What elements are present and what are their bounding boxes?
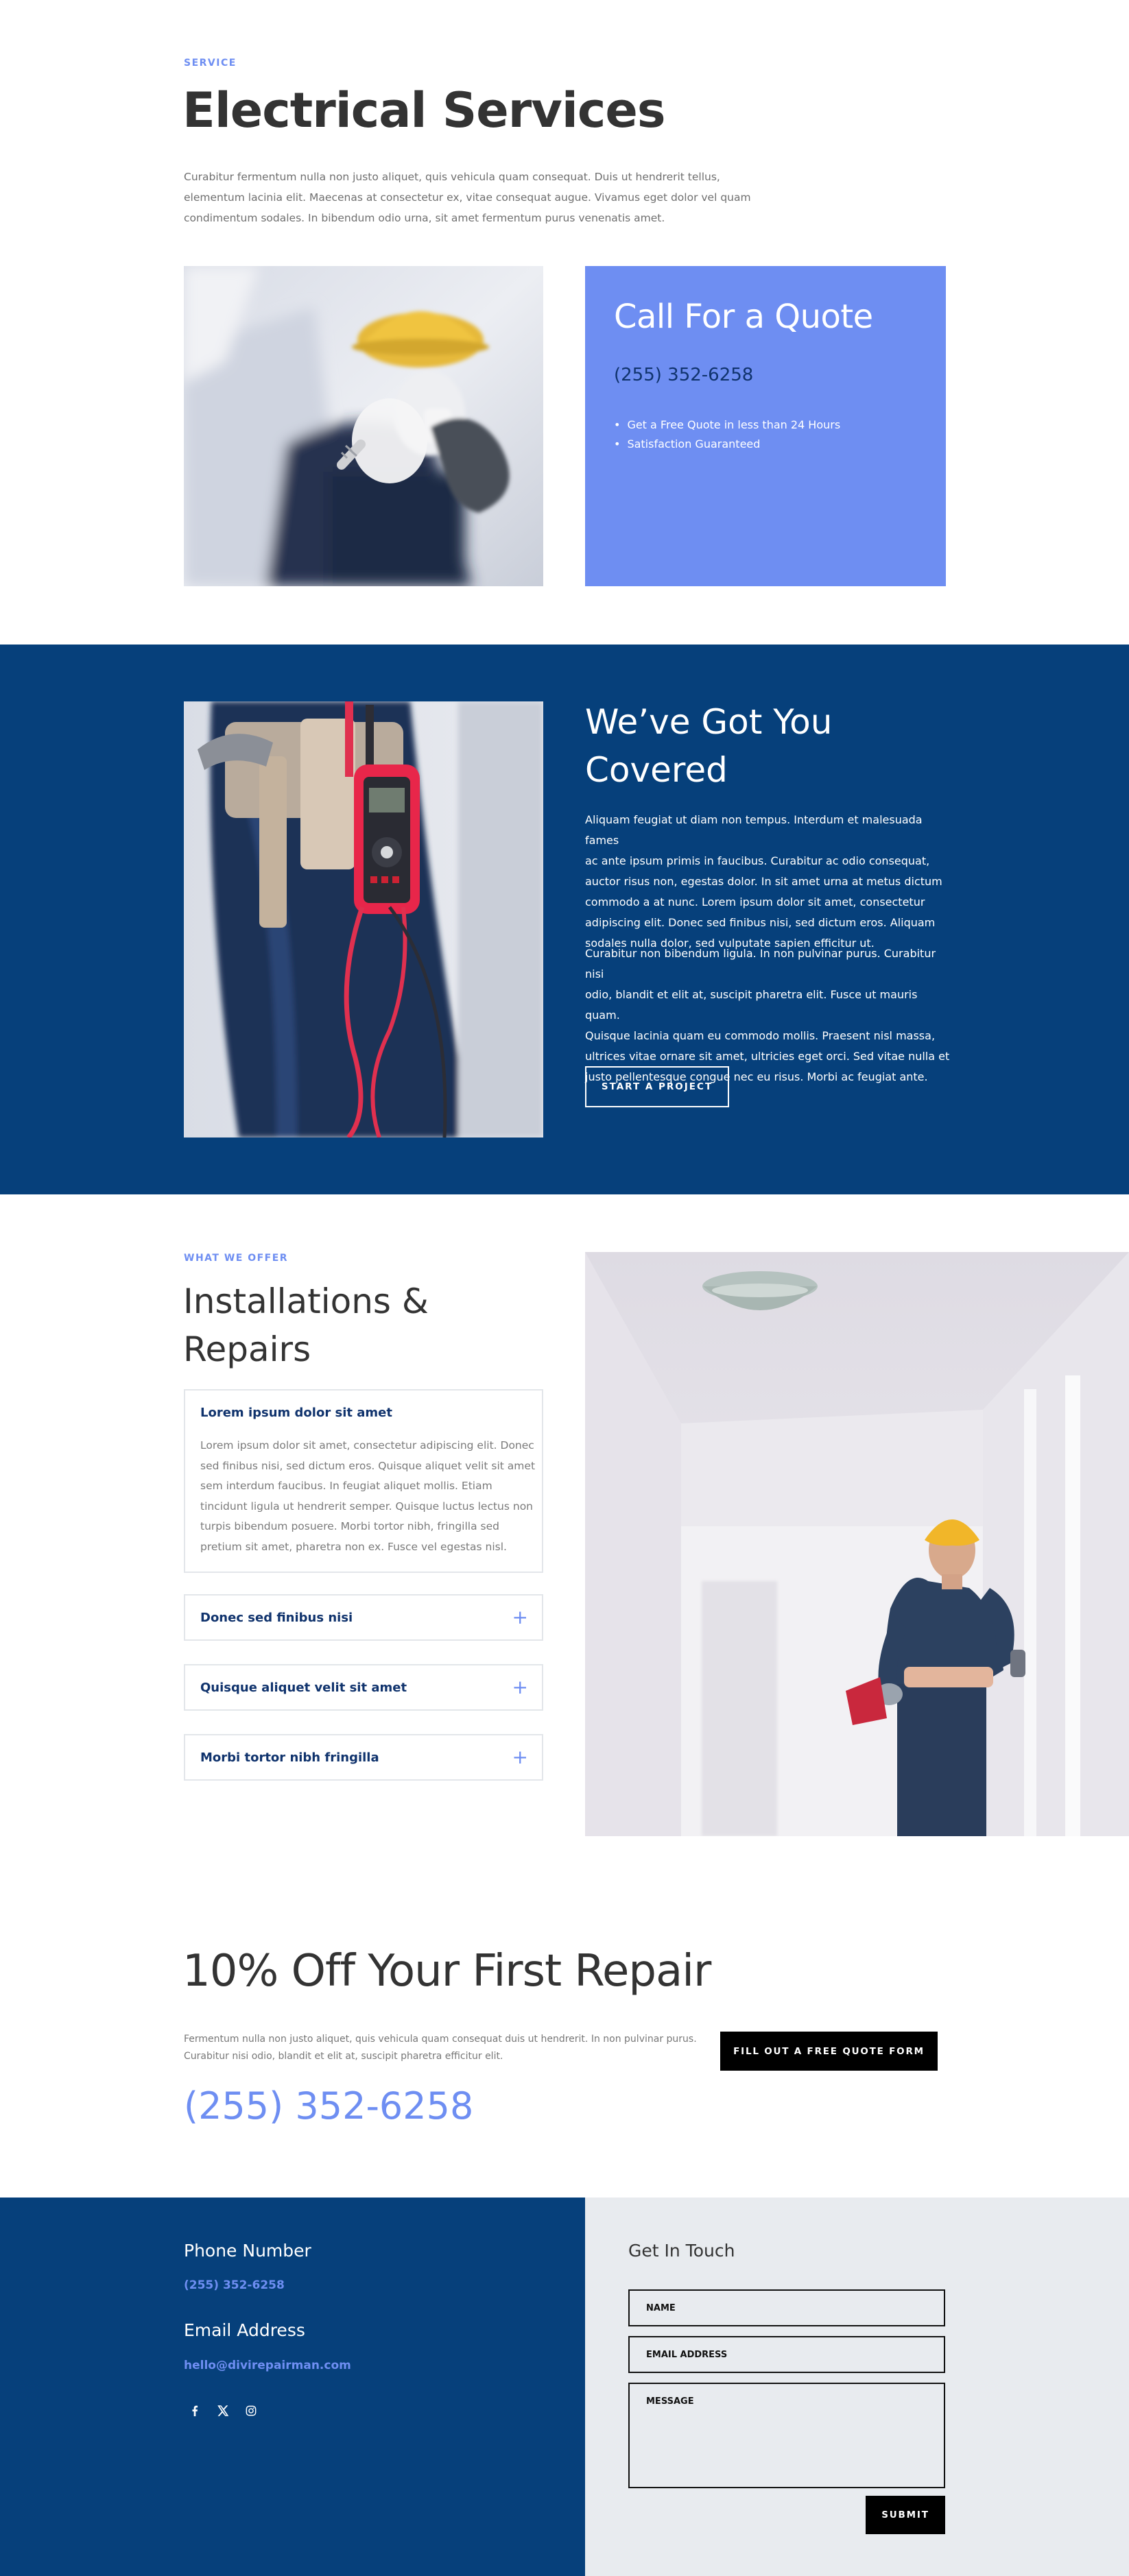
covered-line: Aliquam feugiat ut diam non tempus. Inte… — [585, 813, 923, 847]
plus-icon[interactable]: + — [512, 1608, 528, 1627]
accordion-title[interactable]: Donec sed finibus nisi — [200, 1611, 353, 1625]
promo-text-line: Curabitur nisi odio, blandit et elit at,… — [184, 2051, 503, 2062]
accordion-body-line: pretium sit amet, pharetra non ex. Fusce… — [200, 1540, 507, 1553]
electrician-bulb-photo — [184, 266, 543, 586]
quote-benefit-item: Satisfaction Guaranteed — [614, 435, 840, 454]
instagram-icon[interactable] — [240, 2400, 262, 2422]
hero-paragraph-line: condimentum sodales. In bibendum odio ur… — [184, 212, 665, 224]
offer-title: Installations & Repairs — [183, 1277, 429, 1373]
quote-title: Call For a Quote — [614, 298, 873, 336]
promo-text: Fermentum nulla non justo aliquet, quis … — [184, 2031, 705, 2065]
accordion-title[interactable]: Quisque aliquet velit sit amet — [200, 1681, 407, 1695]
offer-eyebrow: WHAT WE OFFER — [184, 1253, 289, 1264]
accordion-body-line: Lorem ipsum dolor sit amet, consectetur … — [200, 1439, 534, 1452]
accordion-body-line: sed finibus nisi, sed dictum eros. Quisq… — [200, 1459, 536, 1472]
submit-button[interactable]: SUBMIT — [866, 2496, 945, 2534]
page-title: Electrical Services — [182, 82, 666, 139]
footer-email-link[interactable]: hello@divirepairman.com — [184, 2359, 351, 2372]
electrician-ceiling-photo — [585, 1252, 1129, 1836]
plus-icon[interactable]: + — [512, 1678, 528, 1697]
covered-line: ac ante ipsum primis in faucibus. Curabi… — [585, 854, 930, 867]
promo-phone-link[interactable]: (255) 352-6258 — [184, 2084, 473, 2128]
accordion-body-line: tincidunt ligula ut hendrerit semper. Qu… — [200, 1500, 534, 1513]
offer-title-line: Repairs — [183, 1329, 311, 1369]
quote-benefit-item: Get a Free Quote in less than 24 Hours — [614, 416, 840, 435]
quote-phone-link[interactable]: (255) 352-6258 — [614, 365, 753, 385]
covered-line: adipiscing elit. Donec sed finibus nisi,… — [585, 916, 936, 929]
accordion-item[interactable]: Quisque aliquet velit sit amet + — [184, 1664, 543, 1711]
accordion-body-line: turpis bibendum posuere. Morbi tortor ni… — [200, 1520, 499, 1532]
free-quote-form-button[interactable]: FILL OUT A FREE QUOTE FORM — [720, 2032, 938, 2071]
hero-paragraph: Curabitur fermentum nulla non justo aliq… — [184, 167, 801, 228]
promo-title: 10% Off Your First Repair — [182, 1946, 711, 1997]
plus-icon[interactable]: + — [512, 1748, 528, 1767]
covered-line: ultrices vitae ornare sit amet, ultricie… — [585, 1050, 950, 1063]
accordion-title[interactable]: Lorem ipsum dolor sit amet — [200, 1406, 392, 1420]
quote-card: Call For a Quote (255) 352-6258 Get a Fr… — [585, 266, 946, 586]
multimeter-photo — [184, 701, 543, 1137]
phone-heading: Phone Number — [184, 2241, 311, 2261]
service-eyebrow: SERVICE — [184, 58, 237, 69]
offer-title-line: Installations & — [183, 1281, 429, 1321]
accordion-item[interactable]: Morbi tortor nibh fringilla + — [184, 1734, 543, 1781]
name-field[interactable] — [628, 2289, 945, 2326]
email-field[interactable] — [628, 2336, 945, 2373]
hero-paragraph-line: Curabitur fermentum nulla non justo aliq… — [184, 171, 720, 183]
message-field[interactable] — [628, 2383, 945, 2488]
form-heading: Get In Touch — [628, 2241, 735, 2261]
covered-line: odio, blandit et elit at, suscipit phare… — [585, 988, 918, 1022]
start-project-button[interactable]: START A PROJECT — [585, 1066, 729, 1107]
facebook-icon[interactable] — [184, 2400, 206, 2422]
email-heading: Email Address — [184, 2320, 305, 2340]
quote-benefits-list: Get a Free Quote in less than 24 Hours S… — [614, 416, 840, 454]
covered-title: We’ve Got You Covered — [585, 698, 832, 794]
covered-line: commodo a at nunc. Lorem ipsum dolor sit… — [585, 895, 925, 908]
covered-title-line: Covered — [585, 750, 728, 790]
covered-title-line: We’ve Got You — [585, 702, 833, 742]
covered-paragraph-1: Aliquam feugiat ut diam non tempus. Inte… — [585, 810, 955, 954]
footer-phone-link[interactable]: (255) 352-6258 — [184, 2278, 285, 2292]
hero-paragraph-line: elementum lacinia elit. Maecenas at cons… — [184, 191, 751, 204]
accordion-item[interactable]: Donec sed finibus nisi + — [184, 1594, 543, 1641]
covered-line: auctor risus non, egestas dolor. In sit … — [585, 875, 942, 888]
covered-line: Quisque lacinia quam eu commodo mollis. … — [585, 1029, 936, 1042]
accordion-body-line: sem interdum faucibus. In feugiat alique… — [200, 1480, 492, 1492]
promo-text-line: Fermentum nulla non justo aliquet, quis … — [184, 2034, 697, 2045]
covered-section — [0, 645, 1129, 1194]
x-icon[interactable] — [212, 2400, 234, 2422]
covered-line: Curabitur non bibendum ligula. In non pu… — [585, 947, 936, 980]
accordion-item-open[interactable]: Lorem ipsum dolor sit amet Lorem ipsum d… — [184, 1389, 543, 1573]
accordion-title[interactable]: Morbi tortor nibh fringilla — [200, 1750, 379, 1765]
accordion-body: Lorem ipsum dolor sit amet, consectetur … — [200, 1436, 536, 1557]
